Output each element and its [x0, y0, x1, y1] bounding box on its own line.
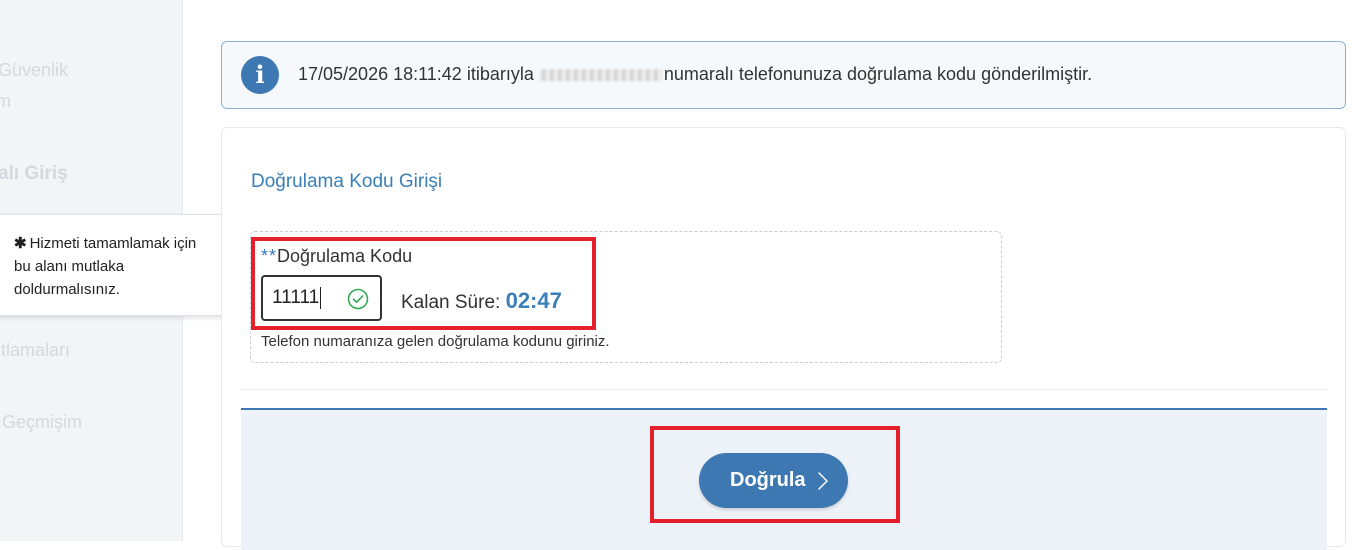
verification-panel: Doğrulama Kodu Girişi **Doğrulama Kodu 1…	[221, 127, 1346, 550]
chevron-right-icon	[818, 472, 828, 490]
field-help-text: Telefon numaranıza gelen doğrulama kodun…	[261, 333, 610, 350]
sidebar-item-security-cont[interactable]: m	[0, 91, 11, 112]
verification-code-value: 11111	[272, 287, 320, 308]
redacted-phone-number	[539, 69, 662, 82]
sidebar-item-settings[interactable]: ıtlamaları	[0, 340, 70, 361]
action-bar: Doğrula	[241, 408, 1327, 550]
tooltip-text: Hizmeti tamamlamak için bu alanı mutlaka…	[14, 235, 197, 298]
required-star-icon: ✱	[14, 235, 27, 252]
sidebar-item-security[interactable]: Güvenlik	[0, 60, 68, 81]
info-message-prefix: 17/05/2026 18:11:42 itibarıyla	[298, 64, 534, 84]
verification-code-field-group: **Doğrulama Kodu 11111 Kalan Süre: 02:47…	[250, 231, 1002, 363]
info-message-suffix: numaralı telefonunuza doğrulama kodu gön…	[663, 64, 1093, 84]
section-title: Doğrulama Kodu Girişi	[251, 171, 443, 192]
info-message: 17/05/2026 18:11:42 itibarıyla numaralı t…	[298, 64, 1092, 85]
required-marker: **	[261, 246, 278, 266]
remaining-time-label: Kalan Süre:	[401, 292, 501, 313]
remaining-time-value: 02:47	[505, 288, 562, 313]
field-label: **Doğrulama Kodu	[261, 246, 412, 267]
verify-button[interactable]: Doğrula	[699, 453, 848, 508]
valid-check-icon	[347, 288, 369, 310]
info-alert: i 17/05/2026 18:11:42 itibarıyla numaralı…	[221, 41, 1346, 109]
text-cursor	[320, 286, 322, 309]
verify-button-label: Doğrula	[730, 469, 806, 491]
field-label-text: Doğrulama Kodu	[277, 246, 413, 266]
required-field-tooltip: ✱ Hizmeti tamamlamak için bu alanı mutlak…	[0, 214, 226, 316]
sidebar-item-login[interactable]: alı Giriş	[0, 163, 68, 185]
sidebar-item-history[interactable]: Geçmişim	[2, 412, 82, 433]
remaining-time: Kalan Süre: 02:47	[401, 288, 562, 314]
verification-code-input[interactable]: 11111	[261, 275, 382, 321]
divider	[241, 389, 1327, 390]
info-icon: i	[241, 56, 279, 94]
